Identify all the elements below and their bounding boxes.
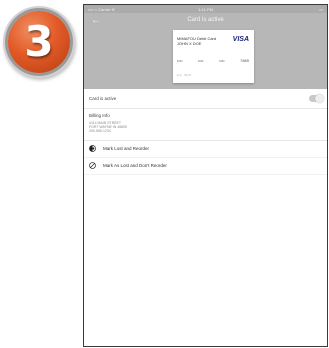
mark-lost-reorder-button[interactable]: Mark Lost and Reorder <box>84 141 327 158</box>
mark-lost-no-reorder-label: Mark As Lost and Don't Reorder <box>103 163 167 169</box>
card-active-toggle[interactable] <box>309 94 324 103</box>
status-time: 1:41 PM <box>198 7 213 12</box>
reorder-toggle-icon <box>89 145 96 152</box>
step-number-badge: 3 <box>8 11 70 73</box>
card-number-group: •••• <box>198 58 204 63</box>
mark-lost-reorder-label: Mark Lost and Reorder <box>103 146 150 152</box>
page-title: Card is active <box>187 17 224 23</box>
mark-lost-no-reorder-button[interactable]: Mark As Lost and Don't Reorder <box>84 158 327 175</box>
block-icon <box>89 162 96 169</box>
visa-logo: VISA <box>232 36 249 43</box>
toggle-knob <box>315 94 324 103</box>
step-number: 3 <box>24 17 54 66</box>
card-holder-name: JOHN X DOE <box>177 41 202 46</box>
card-number-group: 7889 <box>240 58 249 63</box>
card-active-row: Card is active <box>84 89 327 109</box>
card-holder-info: MIMAFOU Debit Card JOHN X DOE <box>177 36 216 46</box>
card-expiry: Exp. 09/25 <box>177 73 192 77</box>
debit-card: MIMAFOU Debit Card JOHN X DOE VISA •••• … <box>173 30 254 83</box>
card-header: ← Card is active MIMAFOU Debit Card JOHN… <box>84 13 327 89</box>
card-number: •••• •••• •••• 7889 <box>177 58 249 63</box>
billing-info-section: Billing Info 4114 MAIN STREET FORT WAYNE… <box>84 109 327 141</box>
card-active-label: Card is active <box>89 96 117 101</box>
card-number-group: •••• <box>177 58 183 63</box>
status-bar: •••○○ Carrier ≋ 1:41 PM ▭ <box>84 5 327 13</box>
card-number-group: •••• <box>219 58 225 63</box>
device-screen: •••○○ Carrier ≋ 1:41 PM ▭ ← Card is acti… <box>83 4 328 347</box>
billing-info-title: Billing Info <box>89 113 110 118</box>
battery-icon: ▭ <box>319 7 323 12</box>
billing-phone: 260-555-1234 <box>89 129 111 134</box>
